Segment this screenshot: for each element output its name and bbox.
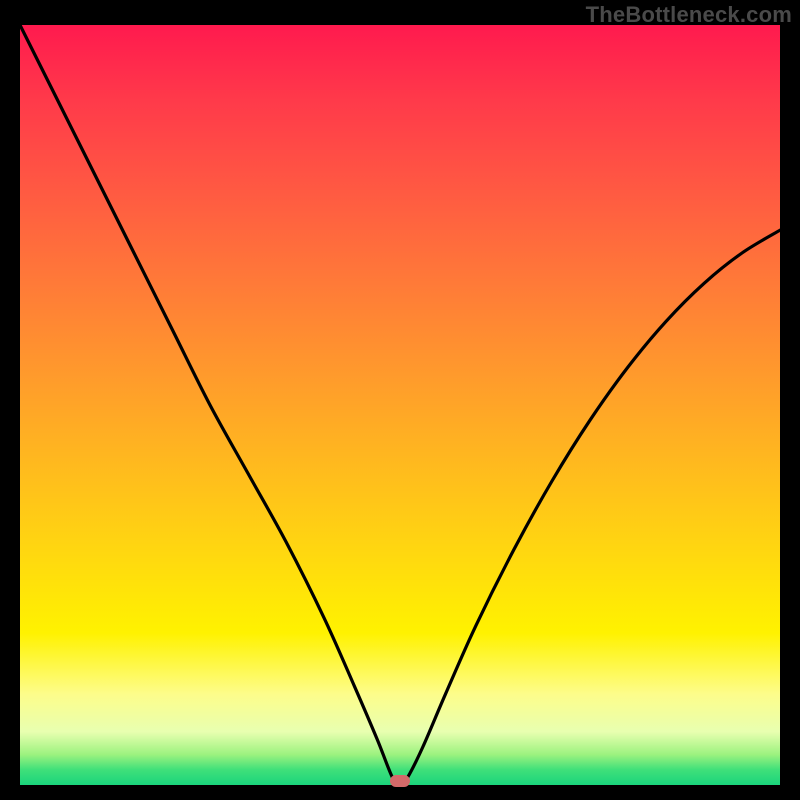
- plot-gradient-background: [20, 25, 780, 785]
- watermark-text: TheBottleneck.com: [586, 2, 792, 28]
- optimal-point-marker: [390, 775, 410, 787]
- chart-frame: [20, 25, 780, 785]
